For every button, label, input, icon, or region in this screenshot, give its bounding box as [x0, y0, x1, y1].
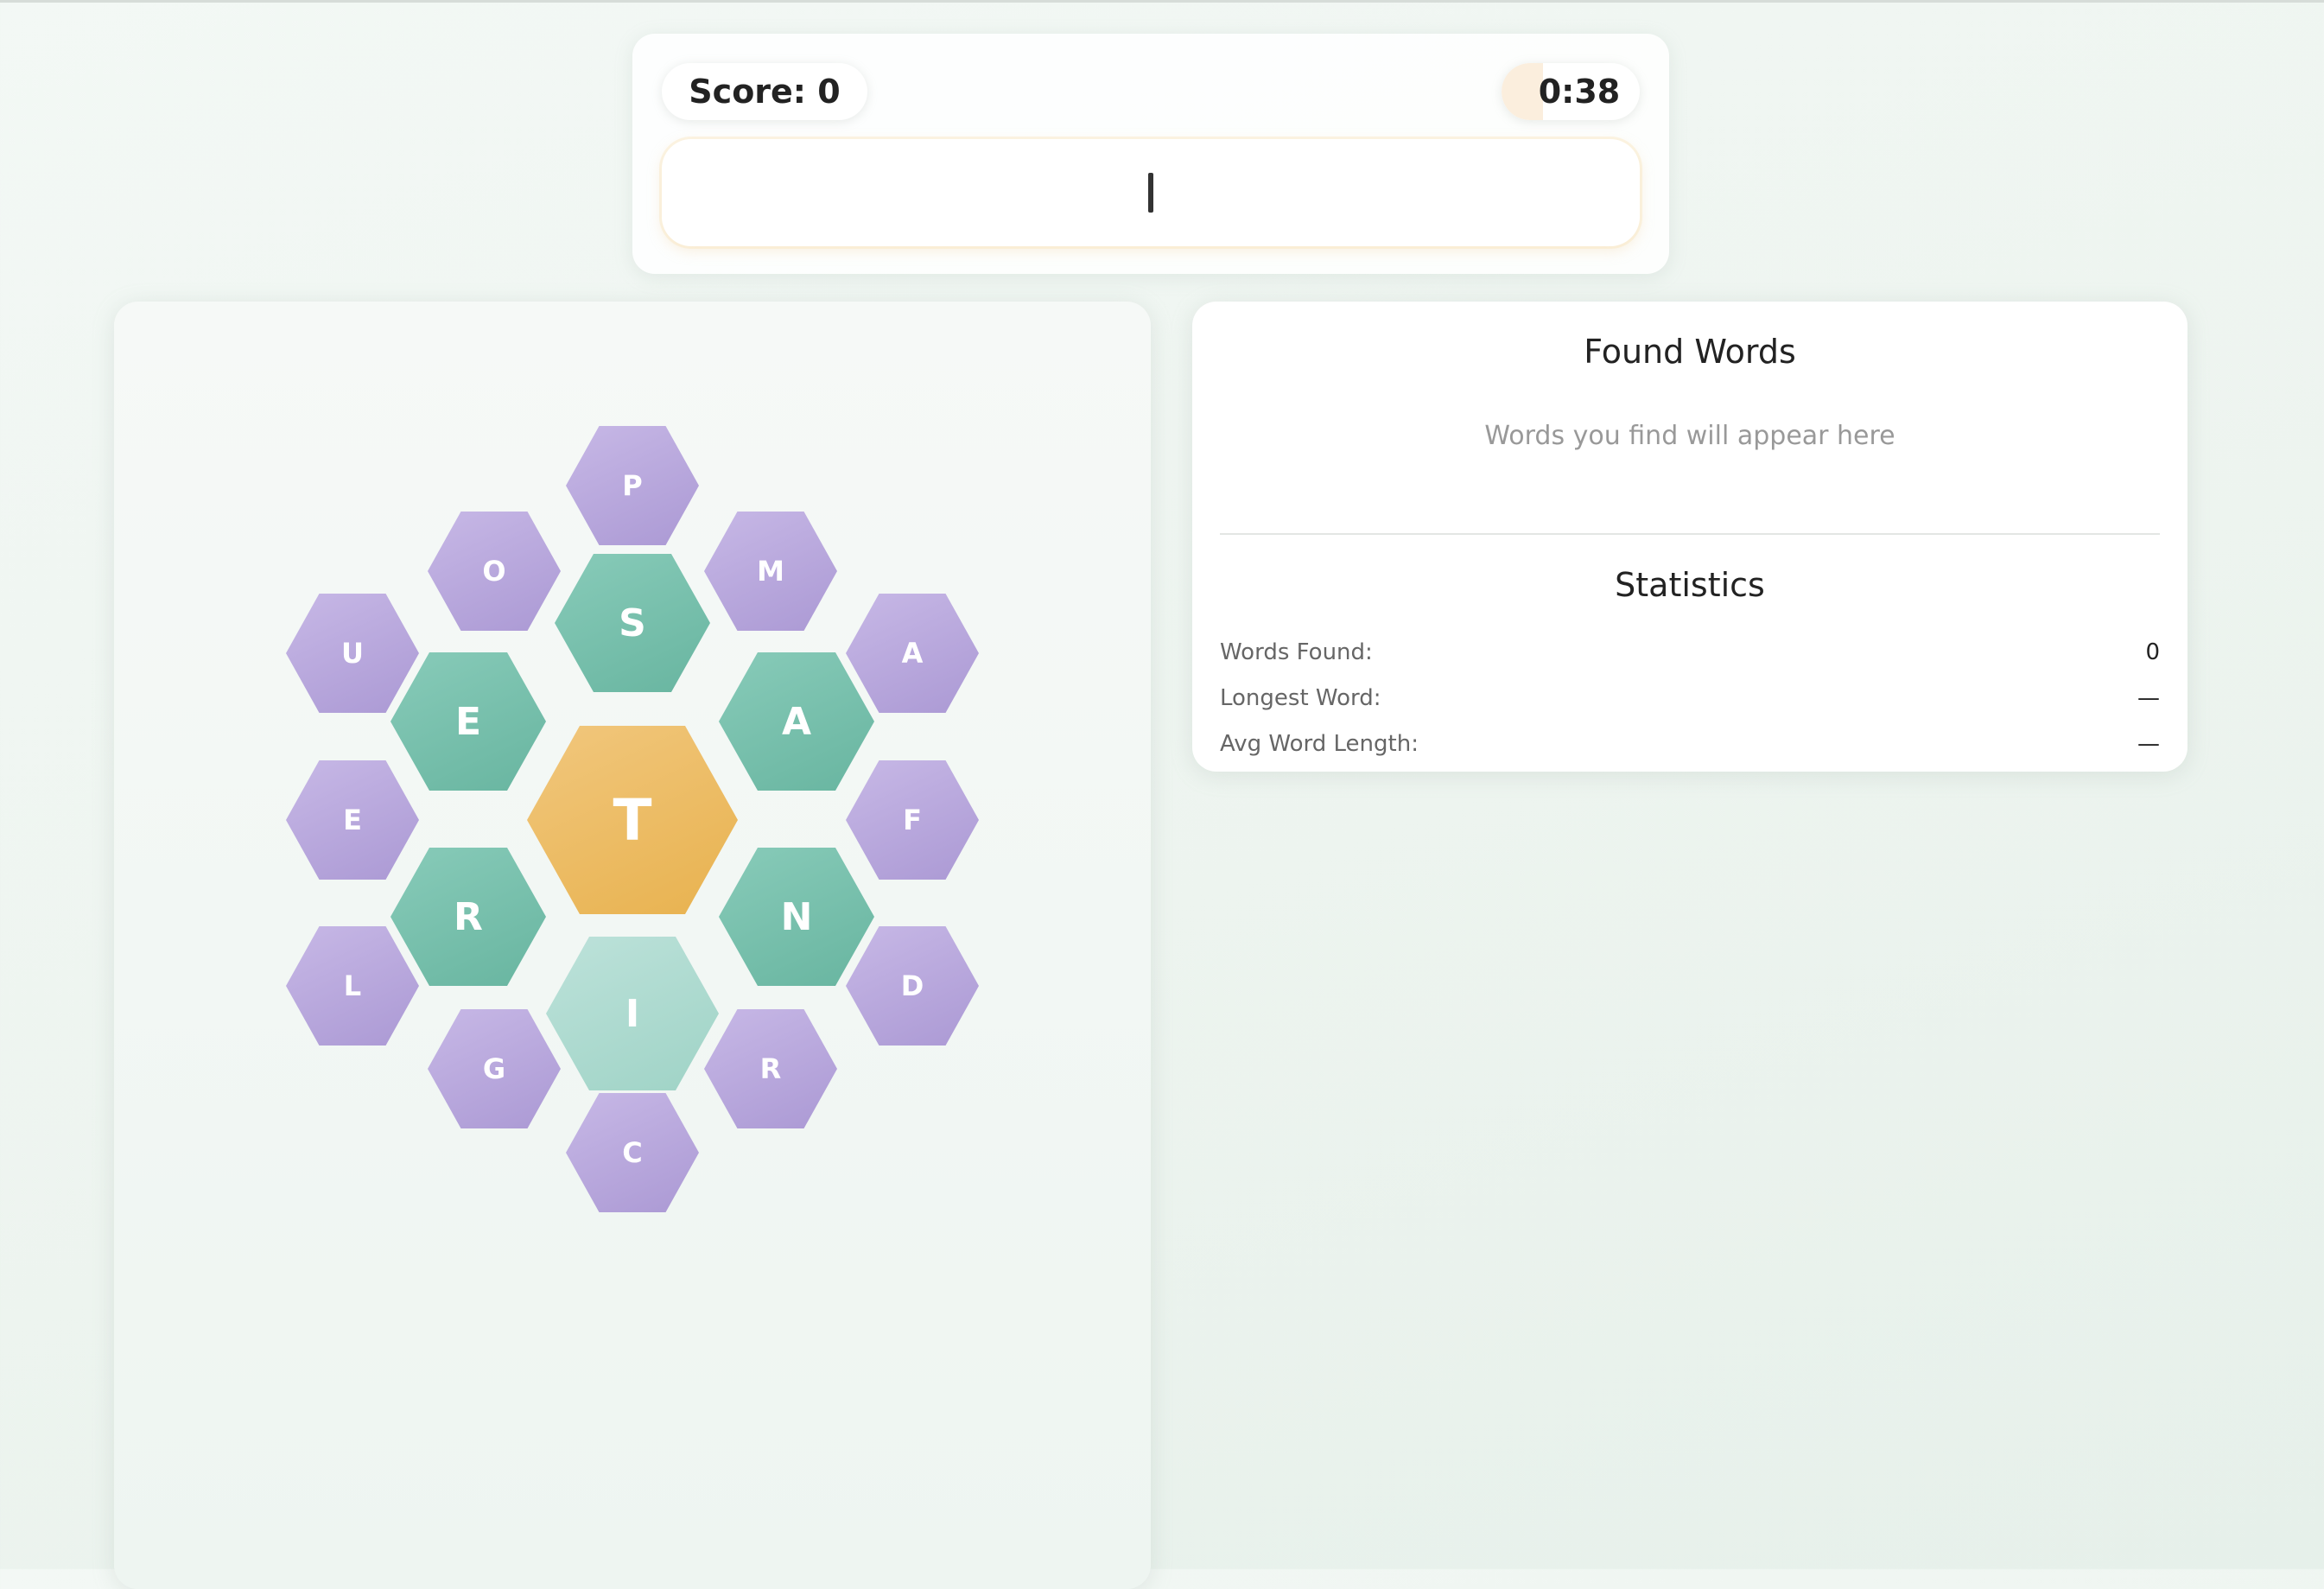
hex-outer-letter[interactable]: L: [286, 926, 419, 1046]
hex-inner-letter[interactable]: R: [391, 848, 546, 986]
stat-value: 0: [2145, 639, 2160, 665]
board-panel: P M A F D R C G L E U O S A N I R E T: [114, 302, 1151, 1589]
hex-outer-letter[interactable]: R: [704, 1009, 837, 1128]
top-bar: Score: 0 0:38: [632, 34, 1669, 274]
hex-inner-letter[interactable]: S: [555, 554, 710, 692]
stat-words-found: Words Found: 0: [1220, 635, 2160, 670]
hex-outer-letter[interactable]: M: [704, 512, 837, 631]
hex-outer-letter[interactable]: A: [846, 594, 979, 713]
stat-value: —: [2137, 731, 2160, 757]
timer-progress: [1502, 63, 1543, 120]
hex-outer-letter[interactable]: E: [286, 760, 419, 880]
stat-longest-word: Longest Word: —: [1220, 681, 2160, 715]
found-words-empty-message: Words you find will appear here: [1484, 421, 1895, 451]
divider: [1220, 533, 2160, 535]
stat-avg-word-length: Avg Word Length: —: [1220, 727, 2160, 761]
hex-outer-letter[interactable]: D: [846, 926, 979, 1046]
hex-inner-letter[interactable]: A: [719, 652, 874, 791]
stat-label: Longest Word:: [1220, 685, 1381, 711]
hex-center-letter[interactable]: T: [527, 726, 738, 914]
statistics-title: Statistics: [1615, 566, 1765, 604]
hex-outer-letter[interactable]: O: [428, 512, 561, 631]
timer-text: 0:38: [1538, 73, 1621, 111]
word-input[interactable]: [662, 139, 1640, 246]
hex-outer-letter[interactable]: F: [846, 760, 979, 880]
score-text: Score: 0: [689, 73, 841, 111]
hex-outer-letter[interactable]: P: [566, 426, 699, 545]
hex-inner-letter[interactable]: I: [546, 937, 719, 1090]
hex-board: P M A F D R C G L E U O S A N I R E T: [114, 302, 1151, 1589]
hex-outer-letter[interactable]: U: [286, 594, 419, 713]
timer-display: 0:38: [1502, 63, 1640, 120]
hex-outer-letter[interactable]: C: [566, 1093, 699, 1212]
stat-label: Avg Word Length:: [1220, 731, 1419, 757]
score-display: Score: 0: [662, 63, 867, 120]
info-panel: Found Words Words you find will appear h…: [1192, 302, 2187, 772]
stat-value: —: [2137, 685, 2160, 711]
hex-outer-letter[interactable]: G: [428, 1009, 561, 1128]
hex-inner-letter[interactable]: E: [391, 652, 546, 791]
stat-label: Words Found:: [1220, 639, 1373, 665]
hex-inner-letter[interactable]: N: [719, 848, 874, 986]
text-cursor: [1148, 173, 1153, 213]
found-words-title: Found Words: [1584, 333, 1796, 371]
